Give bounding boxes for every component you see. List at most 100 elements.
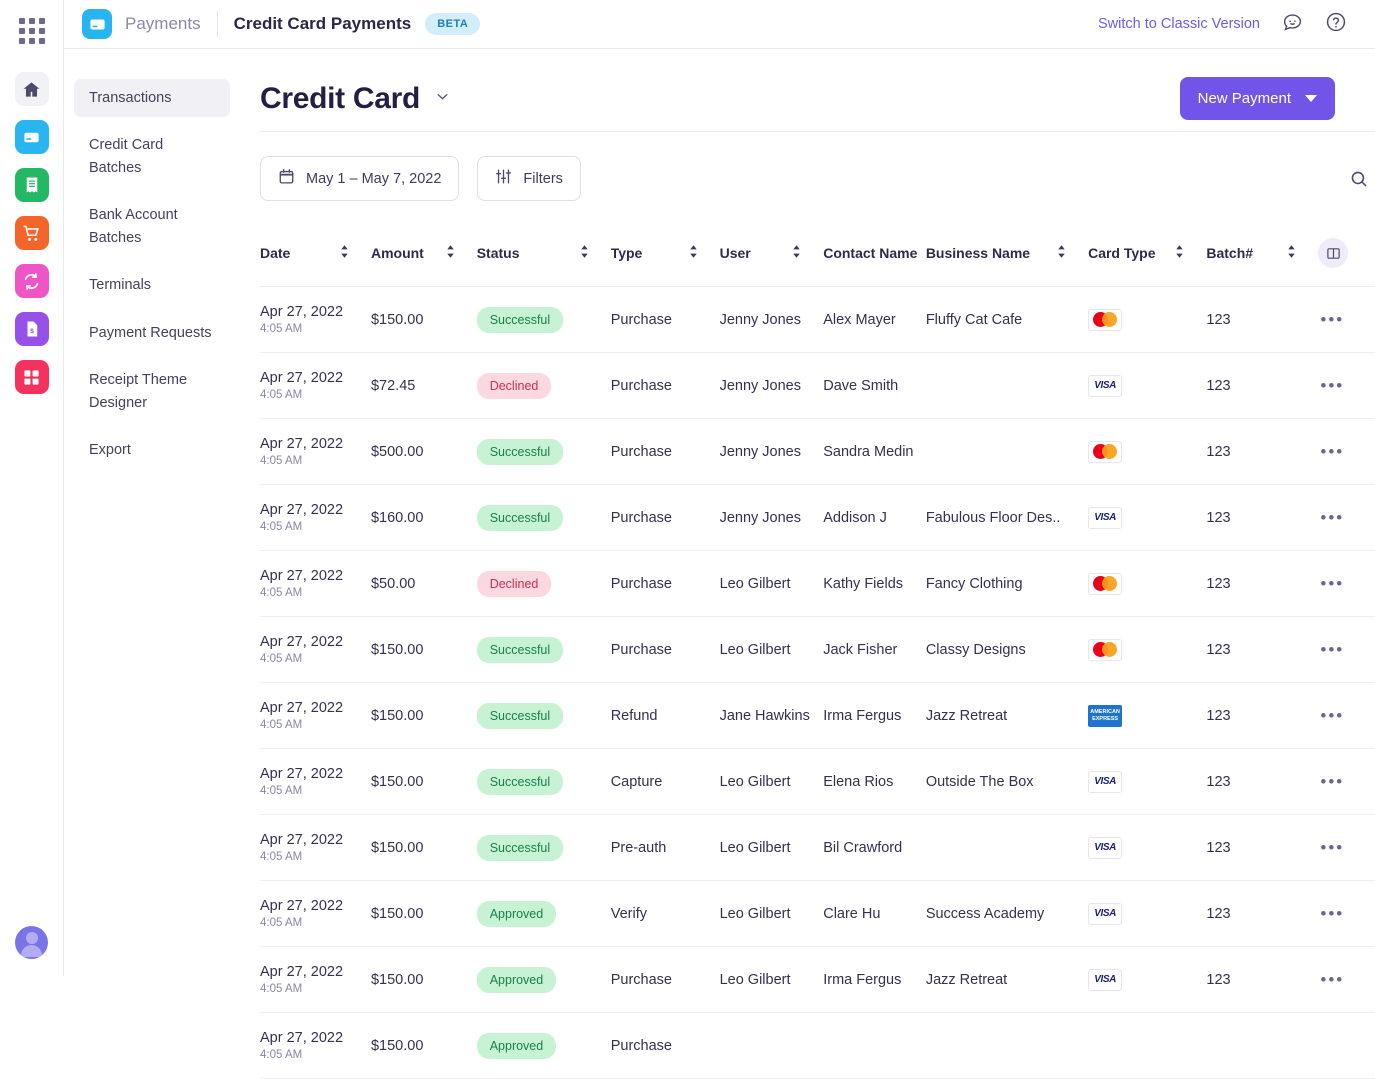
more-options-icon[interactable]: •••	[1318, 376, 1344, 395]
cell-batch: 123	[1206, 946, 1319, 1013]
more-options-icon[interactable]: •••	[1318, 772, 1344, 791]
sidebar-item-credit-card-batches[interactable]: Credit Card Batches	[74, 126, 230, 187]
table-toolbar: May 1 – May 7, 2022 Filters	[260, 156, 1375, 201]
transaction-date: Apr 27, 2022	[260, 766, 344, 782]
table-row[interactable]: Apr 27, 2022 4:05 AM $150.00 Approved Purcha…	[260, 1012, 1375, 1079]
sort-toggle-amount[interactable]	[446, 245, 477, 261]
rail-item-payments[interactable]	[14, 120, 49, 154]
more-options-icon[interactable]: •••	[1318, 904, 1344, 923]
table-row[interactable]: Apr 27, 2022 4:05 AM $150.00 Successful Pre-…	[260, 814, 1375, 881]
more-options-icon[interactable]: •••	[1318, 442, 1344, 461]
more-options-icon[interactable]: •••	[1318, 706, 1344, 725]
table-row[interactable]: Apr 27, 2022 4:05 AM $150.00 Successful Purc…	[260, 616, 1375, 683]
table-row[interactable]: Apr 27, 2022 4:05 AM $50.00 Declined Purchas…	[260, 550, 1375, 617]
column-header-business-name[interactable]: Business Name	[925, 224, 1089, 287]
more-options-icon[interactable]: •••	[1318, 508, 1344, 527]
app-launcher-icon[interactable]	[18, 18, 45, 44]
transaction-time: 4:05 AM	[260, 785, 303, 797]
column-header-status[interactable]: Status	[476, 224, 611, 287]
column-header-contact-name[interactable]: Contact Name	[823, 224, 926, 287]
column-header-user[interactable]: User	[719, 224, 824, 287]
cell-business-name	[925, 1012, 1089, 1079]
rail-item-receipts[interactable]	[14, 168, 49, 202]
more-options-icon[interactable]: •••	[1318, 970, 1344, 989]
column-header-date[interactable]: Date	[260, 224, 371, 287]
filters-button[interactable]: Filters	[477, 156, 581, 201]
rail-item-orders[interactable]	[14, 216, 49, 250]
sidebar-item-terminals[interactable]: Terminals	[74, 266, 230, 304]
receipt-icon	[23, 176, 41, 194]
chat-feedback-icon[interactable]	[1282, 11, 1303, 37]
column-header-amount[interactable]: Amount	[370, 224, 477, 287]
sort-toggle-batch[interactable]	[1287, 245, 1318, 261]
cell-status: Declined	[476, 352, 611, 419]
more-options-icon[interactable]: •••	[1318, 640, 1344, 659]
cell-date: Apr 27, 2022 4:05 AM	[260, 1012, 371, 1079]
cell-business-name: Fancy Clothing	[925, 550, 1089, 617]
cell-actions: •••	[1318, 418, 1375, 485]
table-row[interactable]: Apr 27, 2022 4:05 AM $150.00 Successful Purc…	[260, 286, 1375, 353]
app-name-label[interactable]: Payments	[125, 14, 201, 34]
table-row[interactable]: Apr 27, 2022 4:05 AM $150.00 Approved Purcha…	[260, 946, 1375, 1013]
sort-toggle-business[interactable]	[1057, 245, 1088, 261]
more-options-icon[interactable]: •••	[1318, 310, 1344, 329]
search-icon[interactable]	[1343, 163, 1375, 195]
rail-item-dashboard[interactable]	[14, 360, 49, 394]
sidebar-item-receipt-theme-designer[interactable]: Receipt Theme Designer	[74, 361, 230, 422]
column-layout-icon[interactable]	[1318, 238, 1349, 268]
sort-toggle-status[interactable]	[580, 245, 611, 261]
cell-type: Purchase	[610, 616, 720, 683]
table-row[interactable]: Apr 27, 2022 4:05 AM $160.00 Successful Purc…	[260, 484, 1375, 551]
nav-label: Payment Requests	[89, 324, 212, 341]
visa-logo: VISA	[1088, 374, 1123, 397]
main-content: Credit Card New Payment May 1 – May 7, 2…	[240, 49, 1375, 1079]
column-header-card-type[interactable]: Card Type	[1088, 224, 1207, 287]
col-label: Batch#	[1206, 245, 1254, 261]
table-header-row: Date Amount Status Type User Contact Nam…	[260, 224, 1375, 287]
new-payment-button[interactable]: New Payment	[1179, 77, 1335, 120]
help-circle-icon[interactable]	[1325, 11, 1347, 38]
rail-item-invoices[interactable]: $	[14, 312, 49, 346]
table-row[interactable]: Apr 27, 2022 4:05 AM $150.00 Successful Capt…	[260, 748, 1375, 815]
more-options-icon[interactable]: •••	[1318, 838, 1344, 857]
invoice-icon: $	[23, 320, 41, 338]
sidebar-item-export[interactable]: Export	[74, 431, 230, 469]
cell-batch: 123	[1206, 814, 1319, 881]
visa-logo: VISA	[1088, 506, 1123, 529]
table-row[interactable]: Apr 27, 2022 4:05 AM $150.00 Approved Verify…	[260, 880, 1375, 947]
cell-status: Successful	[476, 418, 611, 485]
sidebar-item-payment-requests[interactable]: Payment Requests	[74, 314, 230, 352]
sort-toggle-date[interactable]	[340, 245, 371, 261]
sidebar-item-transactions[interactable]: Transactions	[74, 79, 230, 118]
sort-toggle-user[interactable]	[792, 245, 823, 261]
sort-toggle-card[interactable]	[1175, 245, 1206, 261]
cell-card-type: VISA	[1088, 352, 1207, 419]
rail-item-recurring[interactable]	[14, 264, 49, 298]
cell-actions: •••	[1318, 748, 1375, 815]
table-row[interactable]: Apr 27, 2022 4:05 AM $500.00 Successful Purc…	[260, 418, 1375, 485]
cell-actions: •••	[1318, 286, 1375, 353]
cell-card-type: VISA	[1088, 880, 1207, 947]
table-row[interactable]: Apr 27, 2022 4:05 AM $150.00 Successful Refu…	[260, 682, 1375, 749]
column-header-type[interactable]: Type	[610, 224, 720, 287]
column-header-batch[interactable]: Batch#	[1206, 224, 1319, 287]
more-options-icon[interactable]: •••	[1318, 574, 1344, 593]
cell-batch: 123	[1206, 880, 1319, 947]
sidebar-item-bank-account-batches[interactable]: Bank Account Batches	[74, 196, 230, 257]
amex-logo: AMERICAN EXPRESS	[1088, 704, 1123, 727]
sort-toggle-type[interactable]	[689, 245, 720, 261]
date-range-button[interactable]: May 1 – May 7, 2022	[260, 156, 460, 201]
top-bar-actions: Switch to Classic Version	[1098, 11, 1359, 38]
rail-item-home[interactable]	[14, 72, 49, 106]
switch-to-classic-link[interactable]: Switch to Classic Version	[1098, 16, 1260, 32]
header-divider	[216, 11, 218, 37]
cell-batch: 123	[1206, 484, 1319, 551]
table-row[interactable]: Apr 27, 2022 4:05 AM $72.45 Declined Purchas…	[260, 352, 1375, 419]
filters-label: Filters	[523, 170, 563, 187]
cell-actions	[1318, 1012, 1375, 1079]
chevron-down-icon[interactable]	[434, 88, 451, 110]
user-avatar[interactable]	[15, 926, 48, 959]
col-label: Amount	[370, 245, 424, 261]
cell-card-type: VISA	[1088, 946, 1207, 1013]
transaction-time: 4:05 AM	[260, 323, 303, 335]
